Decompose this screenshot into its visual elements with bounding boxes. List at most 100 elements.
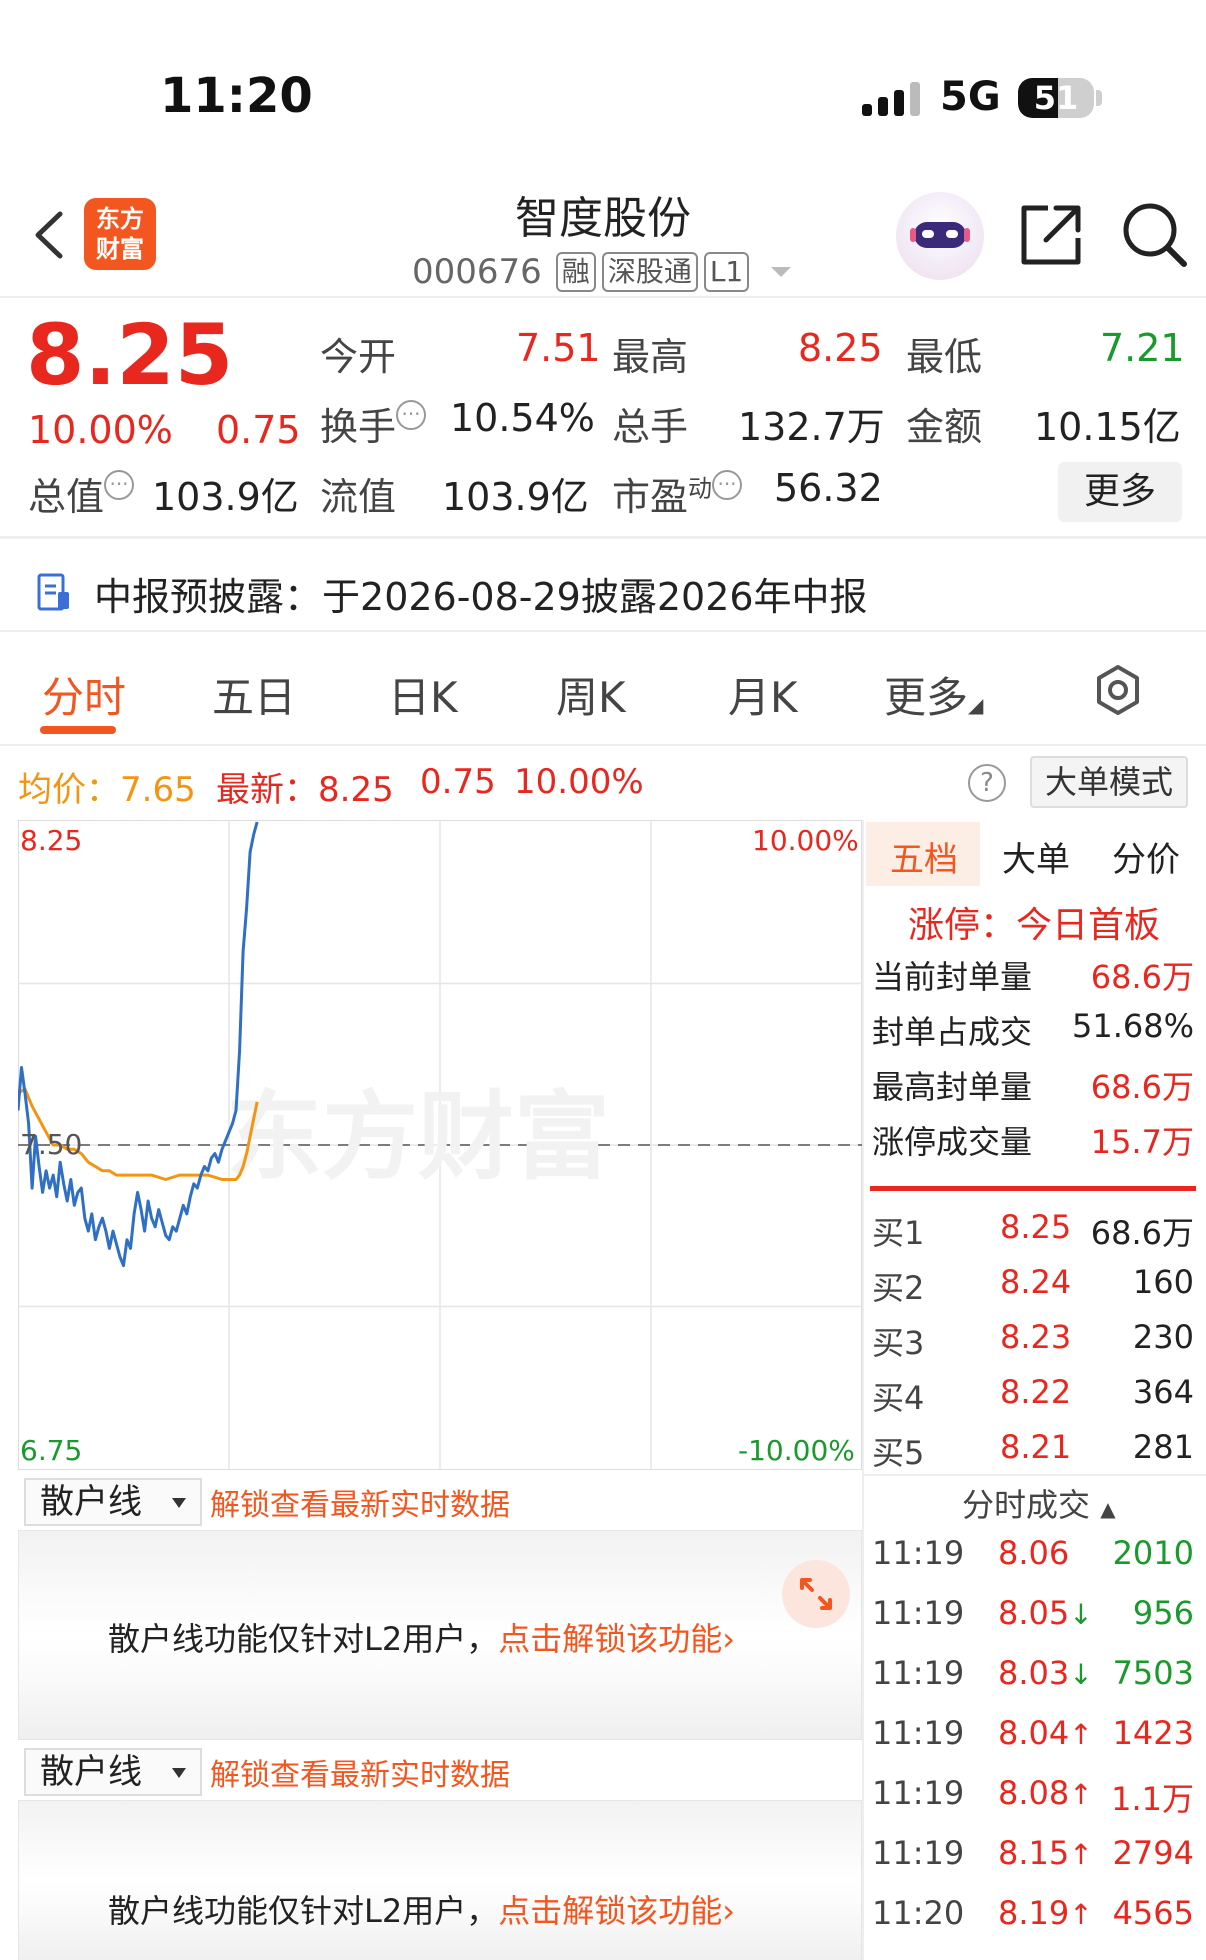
bid-label: 买3: [872, 1324, 925, 1362]
tick-price: 8.04↑: [998, 1714, 1093, 1752]
pct-bottom-label: -10.00%: [738, 1434, 855, 1467]
battery-level: 51: [1033, 79, 1079, 117]
ob-stat-value: 51.68%: [1071, 1007, 1194, 1045]
retail-lock-message[interactable]: 散户线功能仅针对L2用户，点击解锁该功能›: [108, 1614, 735, 1660]
ob-tab-price[interactable]: 分价: [1112, 832, 1180, 881]
bid-price: 8.23: [1000, 1318, 1072, 1356]
bid-volume: 68.6万: [1090, 1214, 1194, 1252]
tab-intraday[interactable]: 分时: [42, 664, 126, 725]
bid-price: 8.22: [1000, 1373, 1072, 1411]
volume-value: 132.7万: [738, 405, 885, 449]
tabs-divider: [0, 744, 1206, 746]
bid-label: 买2: [872, 1269, 925, 1307]
chart-watermark: 东方财富: [226, 1081, 610, 1193]
tick-volume: 1423: [1112, 1714, 1194, 1752]
price-line: [18, 821, 259, 1268]
expand-icon[interactable]: [782, 1560, 850, 1628]
big-order-mode-button[interactable]: 大单模式: [1030, 756, 1188, 808]
latest-pct: 10.00%: [514, 762, 644, 802]
tick-price: 8.08↑: [998, 1774, 1093, 1812]
tick-volume: 4565: [1112, 1894, 1194, 1932]
pct-top-label: 10.00%: [752, 824, 859, 857]
bid-price: 8.24: [1000, 1263, 1072, 1301]
search-icon[interactable]: [1120, 200, 1190, 270]
robot-avatar-icon[interactable]: [896, 192, 984, 280]
help-icon[interactable]: ?: [968, 764, 1006, 802]
change-amount: 0.75: [216, 408, 301, 452]
more-quote-button[interactable]: 更多: [1058, 462, 1182, 522]
disclosure-notice[interactable]: 中报预披露：于2026-08-29披露2026年中报: [94, 566, 868, 621]
retail-lock-message[interactable]: 散户线功能仅针对L2用户，点击解锁该功能›: [108, 1886, 735, 1932]
info-icon[interactable]: ···: [712, 470, 743, 500]
ob-stat-label: 当前封单量: [872, 958, 1033, 996]
limit-up-title: 涨停：今日首板: [908, 905, 1161, 946]
amount-label: 金额: [906, 405, 983, 449]
ob-stat-label: 涨停成交量: [872, 1123, 1033, 1161]
battery-cap: [1096, 90, 1102, 106]
volume-label: 总手: [612, 405, 689, 449]
pe-label[interactable]: 市盈动 ···: [612, 466, 743, 521]
bid-volume: 364: [1132, 1373, 1194, 1411]
info-icon[interactable]: ···: [396, 400, 427, 430]
unlock-realtime-link[interactable]: 解锁查看最新实时数据: [210, 1480, 510, 1524]
mktcap-label[interactable]: 总值 ···: [28, 466, 135, 521]
ob-divider: [862, 1474, 1206, 1476]
ob-stat-value: 15.7万: [1090, 1123, 1194, 1161]
avg-price: 均价：7.65: [18, 770, 196, 810]
tick-price: 8.19↑: [998, 1894, 1093, 1932]
tick-time: 11:19: [872, 1594, 965, 1632]
unlock-realtime-link[interactable]: 解锁查看最新实时数据: [210, 1750, 510, 1794]
tag-level: L1: [703, 252, 750, 292]
high-value: 8.25: [798, 326, 883, 370]
bid-volume: 230: [1132, 1318, 1194, 1356]
info-icon[interactable]: ···: [104, 470, 135, 500]
dropdown-triangle-icon: [771, 267, 792, 277]
ticks-title[interactable]: 分时成交 ▲: [962, 1480, 1116, 1526]
y-top-label: 8.25: [20, 824, 83, 857]
bid-price: 8.21: [1000, 1428, 1072, 1466]
share-icon[interactable]: [1018, 202, 1084, 268]
tag-margin: 融: [555, 252, 596, 292]
retail-line-dropdown[interactable]: 散户线: [24, 1478, 202, 1526]
bid-volume: 160: [1132, 1263, 1194, 1301]
y-bottom-label: 6.75: [20, 1434, 83, 1467]
high-label: 最高: [612, 335, 689, 379]
tab-more[interactable]: 更多◢: [884, 664, 983, 725]
ob-stat-value: 68.6万: [1090, 1068, 1194, 1106]
quote-divider: [0, 536, 1206, 539]
bid-label: 买4: [872, 1379, 925, 1417]
stock-code: 000676: [412, 252, 542, 292]
tick-volume: 2010: [1112, 1534, 1194, 1572]
tab-weekly-k[interactable]: 周K: [556, 664, 626, 725]
panel-separator: [862, 820, 864, 1960]
tab-five-day[interactable]: 五日: [212, 664, 296, 725]
turnover-label[interactable]: 换手 ···: [320, 396, 427, 451]
tick-price: 8.03↓: [998, 1654, 1093, 1692]
tab-monthly-k[interactable]: 月K: [728, 664, 798, 725]
ob-stat-label: 封单占成交: [872, 1013, 1033, 1051]
tick-volume: 956: [1132, 1594, 1194, 1632]
latest-change: 0.75: [420, 762, 496, 802]
pe-value: 56.32: [774, 466, 883, 510]
intraday-chart[interactable]: 东方财富: [18, 820, 862, 1470]
tick-time: 11:19: [872, 1714, 965, 1752]
status-time: 11:20: [160, 68, 313, 124]
low-value: 7.21: [1100, 326, 1185, 370]
mktcap-value: 103.9亿: [152, 475, 299, 519]
ob-stat-label: 最高封单量: [872, 1068, 1033, 1106]
retail-line-dropdown[interactable]: 散户线: [24, 1748, 202, 1796]
bid-label: 买1: [872, 1214, 925, 1252]
gear-icon[interactable]: [1092, 664, 1144, 716]
stock-code-row[interactable]: 000676 融 深股通 L1: [412, 252, 792, 292]
header-divider: [0, 296, 1206, 298]
ob-tab-five-level[interactable]: 五档: [890, 832, 958, 881]
ob-tab-big-order[interactable]: 大单: [1002, 832, 1070, 881]
tick-price: 8.05↓: [998, 1594, 1093, 1632]
change-percent: 10.00%: [28, 408, 173, 452]
tab-daily-k[interactable]: 日K: [388, 664, 458, 725]
turnover-value: 10.54%: [450, 396, 595, 440]
bid-price: 8.25: [1000, 1208, 1072, 1246]
tick-time: 11:19: [872, 1654, 965, 1692]
tick-price: 8.15↑: [998, 1834, 1093, 1872]
report-icon: [37, 573, 69, 611]
